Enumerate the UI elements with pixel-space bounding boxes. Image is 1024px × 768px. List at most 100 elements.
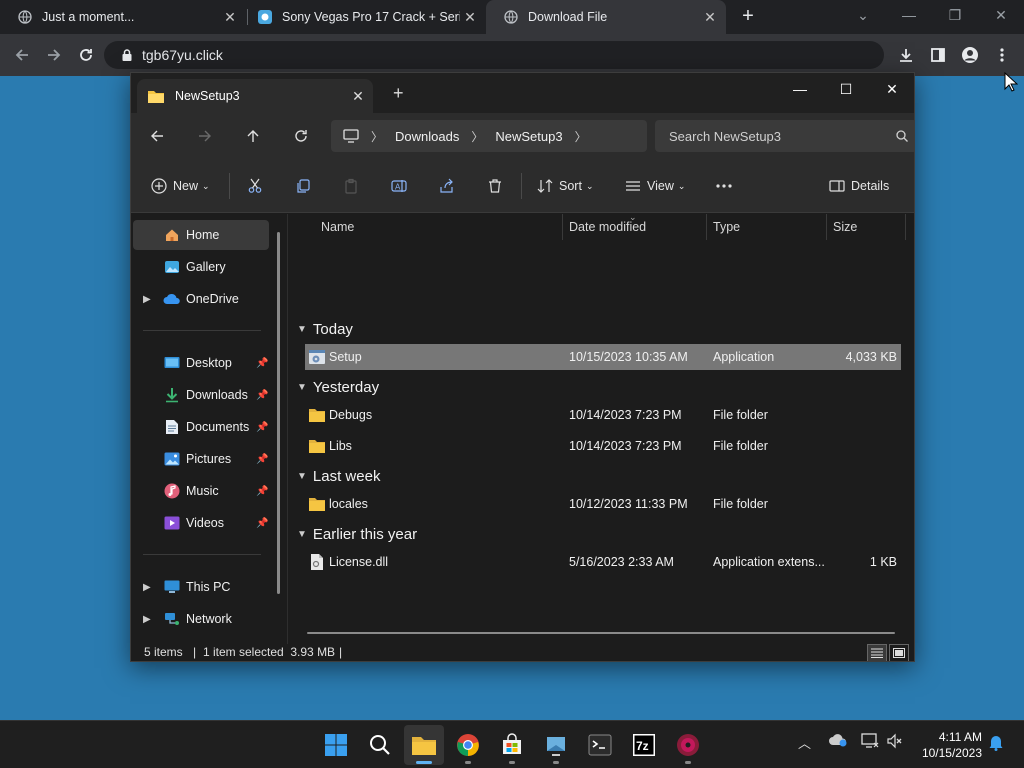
more-options-button[interactable] [715, 174, 739, 198]
file-row-locales[interactable]: locales 10/12/2023 11:33 PM File folder [305, 491, 901, 517]
details-view-button[interactable] [867, 644, 887, 661]
close-tab-icon[interactable]: ✕ [220, 9, 240, 26]
sidebar-item-videos[interactable]: Videos 📌 [133, 508, 269, 538]
explorer-tab-newsetup3[interactable]: NewSetup3 ✕ [137, 79, 373, 113]
close-tab-icon[interactable]: ✕ [700, 9, 720, 26]
pin-icon[interactable]: 📌 [256, 390, 268, 401]
column-size[interactable]: Size [833, 220, 857, 234]
close-tab-icon[interactable]: ✕ [460, 9, 480, 26]
store-taskbar-button[interactable] [492, 725, 532, 765]
forward-arrow-icon[interactable] [191, 124, 219, 148]
search-taskbar-button[interactable] [360, 725, 400, 765]
column-type[interactable]: Type [713, 220, 740, 234]
sidebar-item-music[interactable]: Music 📌 [133, 476, 269, 506]
search-input[interactable]: Search NewSetup3 [655, 120, 914, 152]
column-name[interactable]: Name [321, 220, 354, 234]
file-row-debugs[interactable]: Debugs 10/14/2023 7:23 PM File folder [305, 402, 901, 428]
back-arrow-icon[interactable] [10, 43, 34, 67]
media-player-taskbar-button[interactable] [668, 725, 708, 765]
terminal-taskbar-button[interactable] [580, 725, 620, 765]
paste-button[interactable] [343, 174, 365, 198]
close-tab-icon[interactable]: ✕ [343, 88, 373, 105]
column-date-modified[interactable]: Date modified [569, 220, 646, 234]
sort-button[interactable]: Sort ⌄ [537, 174, 593, 198]
address-bar[interactable]: tgb67yu.click [104, 41, 884, 69]
file-row-license-dll[interactable]: License.dll 5/16/2023 2:33 AM Applicatio… [305, 549, 901, 575]
pin-icon[interactable]: 📌 [256, 454, 268, 465]
file-explorer-taskbar-button[interactable] [404, 725, 444, 765]
rename-button[interactable]: A [391, 174, 413, 198]
file-row-setup[interactable]: Setup 10/15/2023 10:35 AM Application 4,… [305, 344, 901, 370]
reload-icon[interactable] [74, 43, 98, 67]
breadcrumb-newsetup3[interactable]: NewSetup3 [495, 129, 562, 144]
group-header-last-week[interactable]: ▼ Last week [297, 465, 380, 487]
back-arrow-icon[interactable] [143, 124, 171, 148]
tiles-view-button[interactable] [889, 644, 909, 661]
new-tab-button[interactable]: + [736, 3, 760, 31]
browser-restore-button[interactable]: ❐ [932, 0, 978, 34]
column-divider[interactable] [826, 214, 827, 240]
cut-button[interactable] [247, 174, 269, 198]
system-clock[interactable]: 4:11 AM 10/15/2023 [910, 729, 982, 761]
chevron-right-icon[interactable]: 〉 [371, 128, 383, 145]
side-panel-icon[interactable] [926, 43, 950, 67]
sidebar-item-pictures[interactable]: Pictures 📌 [133, 444, 269, 474]
start-button[interactable] [316, 725, 356, 765]
notification-bell-icon[interactable] [988, 733, 1004, 754]
sidebar-item-network[interactable]: ▶ Network [133, 604, 269, 634]
horizontal-scrollbar[interactable] [307, 632, 895, 634]
explorer-close-button[interactable]: ✕ [869, 75, 914, 105]
7zip-taskbar-button[interactable]: 7z [624, 725, 664, 765]
browser-tab-sony-vegas[interactable]: Sony Vegas Pro 17 Crack + Serial ✕ [240, 0, 486, 34]
chevron-right-icon[interactable]: ▶ [143, 582, 151, 593]
sidebar-item-this-pc[interactable]: ▶ This PC [133, 572, 269, 602]
breadcrumb[interactable]: 〉 Downloads 〉 NewSetup3 〉 [331, 120, 647, 152]
column-divider[interactable] [706, 214, 707, 240]
site-info-icon[interactable] [120, 48, 134, 62]
pin-icon[interactable]: 📌 [256, 422, 268, 433]
sidebar-item-documents[interactable]: Documents 📌 [133, 412, 269, 442]
explorer-maximize-button[interactable]: ☐ [823, 75, 869, 105]
chevron-right-icon[interactable]: 〉 [575, 128, 587, 145]
chrome-taskbar-button[interactable] [448, 725, 488, 765]
details-pane-button[interactable]: Details [829, 174, 889, 198]
show-hidden-icons-chevron-icon[interactable]: ︿ [798, 733, 811, 752]
sidebar-item-downloads[interactable]: Downloads 📌 [133, 380, 269, 410]
browser-tab-download-file[interactable]: Download File ✕ [486, 0, 726, 34]
tab-search-chevron-icon[interactable]: ⌄ [840, 0, 886, 34]
chevron-right-icon[interactable]: ▶ [143, 294, 151, 305]
file-row-libs[interactable]: Libs 10/14/2023 7:23 PM File folder [305, 433, 901, 459]
up-arrow-icon[interactable] [239, 124, 267, 148]
sidebar-item-onedrive[interactable]: ▶ OneDrive [133, 284, 269, 314]
pin-icon[interactable]: 📌 [256, 518, 268, 529]
delete-button[interactable] [487, 174, 509, 198]
breadcrumb-downloads[interactable]: Downloads [395, 129, 459, 144]
copy-button[interactable] [295, 174, 317, 198]
chevron-right-icon[interactable]: ▶ [143, 614, 151, 625]
column-divider[interactable] [905, 214, 906, 240]
sidebar-item-home[interactable]: Home [133, 220, 269, 250]
sidebar-item-gallery[interactable]: Gallery [133, 252, 269, 282]
new-explorer-tab-button[interactable]: + [393, 83, 404, 104]
sidebar-scrollbar[interactable] [277, 232, 280, 594]
pin-icon[interactable]: 📌 [256, 358, 268, 369]
sidebar-item-desktop[interactable]: Desktop 📌 [133, 348, 269, 378]
volume-muted-icon[interactable] [886, 733, 904, 752]
onedrive-cloud-icon[interactable] [828, 733, 848, 750]
column-divider[interactable] [562, 214, 563, 240]
group-header-earlier-this-year[interactable]: ▼ Earlier this year [297, 523, 417, 545]
share-button[interactable] [439, 174, 461, 198]
new-button[interactable]: New ⌄ [151, 174, 210, 198]
refresh-icon[interactable] [287, 124, 315, 148]
group-header-yesterday[interactable]: ▼ Yesterday [297, 376, 379, 398]
group-header-today[interactable]: ▼ Today [297, 318, 353, 340]
app-taskbar-button[interactable] [536, 725, 576, 765]
explorer-minimize-button[interactable]: — [777, 75, 823, 105]
browser-tab-just-a-moment[interactable]: Just a moment... ✕ [0, 0, 246, 34]
kebab-menu-icon[interactable] [990, 43, 1014, 67]
forward-arrow-icon[interactable] [42, 43, 66, 67]
browser-minimize-button[interactable]: — [886, 0, 932, 34]
chevron-right-icon[interactable]: 〉 [471, 128, 483, 145]
profile-avatar-icon[interactable] [958, 43, 982, 67]
view-button[interactable]: View ⌄ [625, 174, 685, 198]
